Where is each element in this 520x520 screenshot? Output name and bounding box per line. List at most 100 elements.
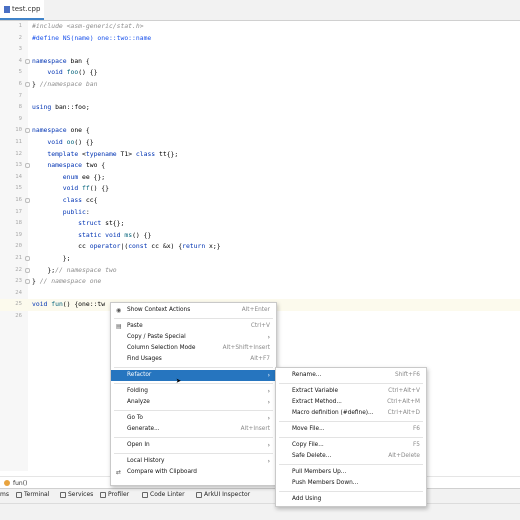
submenu-arrow-icon: › xyxy=(267,442,270,449)
line-number: 14 xyxy=(15,173,22,180)
menu-item-shortcut: Ctrl+Alt+M xyxy=(387,399,420,405)
tool-window-ms[interactable]: ms xyxy=(0,491,9,498)
line-number: 20 xyxy=(15,243,22,250)
fold-marker-icon[interactable] xyxy=(25,82,30,87)
fold-marker-icon[interactable] xyxy=(25,128,30,134)
submenu-arrow-icon: › xyxy=(267,458,270,465)
menu-item-folding[interactable]: Folding › xyxy=(111,386,276,397)
line-number: 21 xyxy=(15,255,22,261)
menu-separator xyxy=(279,421,423,422)
paste-icon: ▤ xyxy=(116,323,122,330)
code-line[interactable]: 22 };// namespace two xyxy=(0,265,520,277)
menu-item-open-in[interactable]: Open In › xyxy=(111,440,276,451)
tool-window-code-linter[interactable]: Code Linter xyxy=(142,491,185,498)
menu-item-extract-method[interactable]: Extract Method... Ctrl+Alt+M xyxy=(276,397,426,408)
code-line[interactable]: 2 #define NS(name) one::two::name xyxy=(0,33,520,45)
menu-item-compare-with-clipboard[interactable]: ⇄ Compare with Clipboard xyxy=(111,467,276,478)
code-line[interactable]: 20 cc operator|(const cc &x) {return x;} xyxy=(0,241,520,253)
menu-item-local-history[interactable]: Local History › xyxy=(111,456,276,467)
code-line[interactable]: 9 xyxy=(0,114,520,126)
code-line[interactable]: 13 namespace two { xyxy=(0,160,520,172)
menu-item-extract-variable[interactable]: Extract Variable Ctrl+Alt+V xyxy=(276,386,426,397)
menu-item-show-context-actions[interactable]: ◉ Show Context Actions Alt+Enter xyxy=(111,305,276,316)
line-number: 26 xyxy=(15,313,22,319)
code-text: static void ms() {} xyxy=(78,230,152,239)
fold-marker-icon[interactable] xyxy=(25,163,30,169)
menu-item-label: Generate... xyxy=(127,426,160,432)
menu-separator xyxy=(114,318,273,319)
code-line[interactable]: 11 void oo() {} xyxy=(0,137,520,149)
code-line[interactable]: 3 xyxy=(0,44,520,56)
tool-window-terminal[interactable]: Terminal xyxy=(16,491,49,498)
tool-window-profiler[interactable]: Profiler xyxy=(100,491,129,498)
fold-marker-icon[interactable] xyxy=(25,58,30,64)
menu-item-analyze[interactable]: Analyze › xyxy=(111,397,276,408)
line-number: 3 xyxy=(18,46,22,53)
menu-item-paste[interactable]: ▤ Paste Ctrl+V xyxy=(111,321,276,332)
menu-item-rename[interactable]: Rename... Shift+F6 xyxy=(276,370,426,381)
code-line[interactable]: 12 template <typename T1> class tt{}; xyxy=(0,149,520,161)
line-number: 22 xyxy=(15,266,22,273)
tab-test-cpp[interactable]: test.cpp xyxy=(0,0,44,20)
menu-item-copy-file[interactable]: Copy File... F5 xyxy=(276,440,426,451)
menu-item-go-to[interactable]: Go To › xyxy=(111,413,276,424)
cpp-file-icon xyxy=(4,5,10,13)
menu-separator xyxy=(114,383,273,384)
code-line[interactable]: 1 #include <asm-generic/stat.h> xyxy=(0,21,520,33)
code-text: using ban::foo; xyxy=(32,103,90,112)
menu-separator xyxy=(114,437,273,438)
code-text: #define NS(name) one::two::name xyxy=(32,33,152,42)
code-line[interactable]: 15 void ff() {} xyxy=(0,183,520,195)
code-text: cc operator|(const cc &x) {return x;} xyxy=(32,242,221,251)
tool-window-arkui-inspector[interactable]: ArkUI Inspector xyxy=(196,491,250,498)
code-line[interactable]: 7 xyxy=(0,91,520,103)
menu-item-macro-definition-define[interactable]: Macro definition (#define)... Ctrl+Alt+D xyxy=(276,408,426,419)
menu-item-label: Add Using xyxy=(292,496,322,502)
line-number: 15 xyxy=(15,185,22,192)
tool-window-label: Profiler xyxy=(108,491,130,498)
compare-icon: ⇄ xyxy=(116,469,122,476)
code-line[interactable]: 8 using ban::foo; xyxy=(0,102,520,114)
fold-marker-icon[interactable] xyxy=(25,267,30,273)
code-line[interactable]: 4 namespace ban { xyxy=(0,56,520,68)
code-line[interactable]: 16 class cc{ xyxy=(0,195,520,207)
menu-item-label: Copy / Paste Special xyxy=(127,334,186,340)
menu-separator xyxy=(114,367,273,368)
tool-window-services[interactable]: Services xyxy=(60,491,93,498)
code-line[interactable]: 5 void foo() {} xyxy=(0,67,520,79)
menu-item-move-file[interactable]: Move File... F6 xyxy=(276,424,426,435)
menu-item-refactor[interactable]: Refactor › xyxy=(111,370,276,381)
code-text: };// namespace two xyxy=(32,265,117,274)
fold-marker-icon[interactable] xyxy=(25,198,30,203)
code-line[interactable]: 19 static void ms() {} xyxy=(0,230,520,242)
fold-marker-icon[interactable] xyxy=(25,256,30,261)
line-number: 11 xyxy=(15,139,22,145)
code-line[interactable]: 6} //namespace ban xyxy=(0,79,520,91)
menu-item-pull-members-up[interactable]: Pull Members Up... xyxy=(276,467,426,478)
menu-item-label: Column Selection Mode xyxy=(127,345,196,351)
code-line[interactable]: 18 struct st{}; xyxy=(0,218,520,230)
breadcrumb-item[interactable]: fun() xyxy=(13,480,27,487)
menu-item-push-members-down[interactable]: Push Members Down... xyxy=(276,478,426,489)
menu-item-label: Macro definition (#define)... xyxy=(292,410,374,416)
menu-item-safe-delete[interactable]: Safe Delete... Alt+Delete xyxy=(276,451,426,462)
menu-item-copy-paste-special[interactable]: Copy / Paste Special › xyxy=(111,332,276,343)
code-line[interactable]: 10 namespace one { xyxy=(0,125,520,137)
menu-item-label: Find Usages xyxy=(127,356,162,362)
code-line[interactable]: 17 public: xyxy=(0,207,520,219)
code-line[interactable]: 23} // namespace one xyxy=(0,276,520,288)
fold-marker-icon[interactable] xyxy=(25,279,30,285)
menu-item-generate[interactable]: Generate... Alt+Insert xyxy=(111,424,276,435)
menu-separator xyxy=(114,410,273,411)
menu-item-find-usages[interactable]: Find Usages Alt+F7 xyxy=(111,354,276,365)
menu-item-add-using[interactable]: Add Using xyxy=(276,494,426,505)
function-icon xyxy=(4,480,10,486)
submenu-arrow-icon: › xyxy=(267,334,270,341)
menu-item-column-selection-mode[interactable]: Column Selection Mode Alt+Shift+Insert xyxy=(111,343,276,354)
code-line[interactable]: 14 enum ee {}; xyxy=(0,172,520,184)
line-number: 8 xyxy=(18,104,22,111)
code-line[interactable]: 21 }; xyxy=(0,253,520,265)
menu-item-shortcut: Ctrl+Alt+D xyxy=(387,410,420,416)
code-text: namespace two { xyxy=(47,161,106,170)
code-line[interactable]: 24 xyxy=(0,288,520,300)
